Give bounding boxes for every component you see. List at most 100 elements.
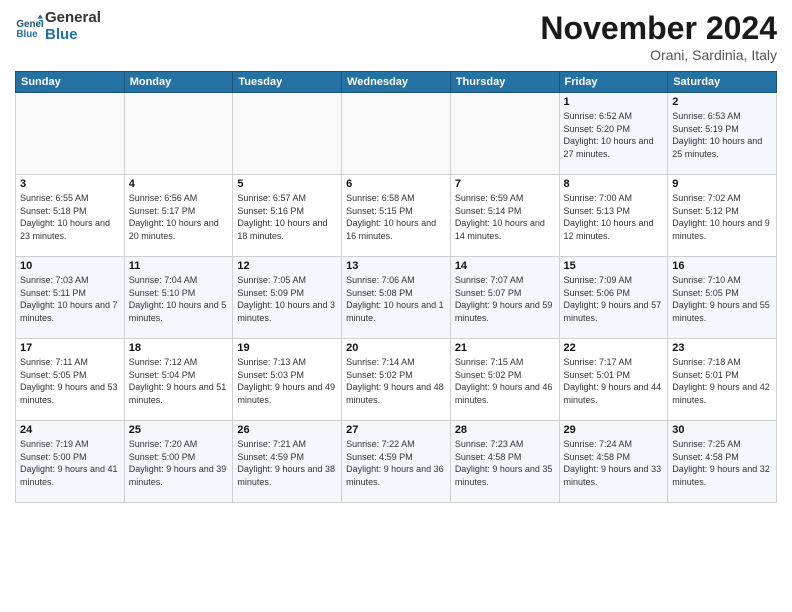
col-saturday: Saturday [668, 72, 777, 93]
calendar-cell: 7 Sunrise: 6:59 AMSunset: 5:14 PMDaylight… [450, 175, 559, 257]
day-info: Sunrise: 7:13 AMSunset: 5:03 PMDaylight:… [237, 356, 337, 406]
day-number: 19 [237, 342, 337, 354]
calendar-cell [16, 93, 125, 175]
day-number: 16 [672, 260, 772, 272]
day-number: 1 [564, 96, 664, 108]
day-info: Sunrise: 7:22 AMSunset: 4:59 PMDaylight:… [346, 438, 446, 488]
calendar-cell: 5 Sunrise: 6:57 AMSunset: 5:16 PMDaylight… [233, 175, 342, 257]
day-number: 29 [564, 424, 664, 436]
day-info: Sunrise: 7:07 AMSunset: 5:07 PMDaylight:… [455, 274, 555, 324]
day-number: 11 [129, 260, 229, 272]
day-number: 14 [455, 260, 555, 272]
logo-text: GeneralBlue [45, 10, 101, 43]
calendar-cell: 17 Sunrise: 7:11 AMSunset: 5:05 PMDayligh… [16, 339, 125, 421]
svg-text:Blue: Blue [16, 28, 38, 39]
day-number: 13 [346, 260, 446, 272]
day-info: Sunrise: 6:52 AMSunset: 5:20 PMDaylight:… [564, 110, 664, 160]
calendar-cell [450, 93, 559, 175]
logo-icon: General Blue [15, 13, 43, 41]
calendar-cell: 27Sunrise: 7:22 AMSunset: 4:59 PMDayligh… [342, 421, 451, 503]
calendar-cell: 15Sunrise: 7:09 AMSunset: 5:06 PMDayligh… [559, 257, 668, 339]
day-number: 25 [129, 424, 229, 436]
day-number: 17 [20, 342, 120, 354]
month-title: November 2024 [540, 10, 777, 47]
calendar-week-1: 1 Sunrise: 6:52 AMSunset: 5:20 PMDaylight… [16, 93, 777, 175]
day-info: Sunrise: 7:14 AMSunset: 5:02 PMDaylight:… [346, 356, 446, 406]
col-monday: Monday [124, 72, 233, 93]
location-subtitle: Orani, Sardinia, Italy [540, 47, 777, 63]
day-number: 8 [564, 178, 664, 190]
day-number: 23 [672, 342, 772, 354]
calendar-cell: 29 Sunrise: 7:24 AMSunset: 4:58 PMDayligh… [559, 421, 668, 503]
day-info: Sunrise: 7:17 AMSunset: 5:01 PMDaylight:… [564, 356, 664, 406]
day-info: Sunrise: 7:21 AMSunset: 4:59 PMDaylight:… [237, 438, 337, 488]
day-info: Sunrise: 7:00 AMSunset: 5:13 PMDaylight:… [564, 192, 664, 242]
page: General Blue GeneralBlue November 2024 O… [0, 0, 792, 612]
col-thursday: Thursday [450, 72, 559, 93]
calendar-cell: 19 Sunrise: 7:13 AMSunset: 5:03 PMDayligh… [233, 339, 342, 421]
calendar-week-4: 17 Sunrise: 7:11 AMSunset: 5:05 PMDayligh… [16, 339, 777, 421]
calendar-cell [124, 93, 233, 175]
title-block: November 2024 Orani, Sardinia, Italy [540, 10, 777, 63]
day-info: Sunrise: 6:59 AMSunset: 5:14 PMDaylight:… [455, 192, 555, 242]
calendar-cell: 2Sunrise: 6:53 AMSunset: 5:19 PMDaylight… [668, 93, 777, 175]
day-info: Sunrise: 7:03 AMSunset: 5:11 PMDaylight:… [20, 274, 120, 324]
day-info: Sunrise: 6:58 AMSunset: 5:15 PMDaylight:… [346, 192, 446, 242]
calendar-week-3: 10 Sunrise: 7:03 AMSunset: 5:11 PMDayligh… [16, 257, 777, 339]
calendar-cell: 14 Sunrise: 7:07 AMSunset: 5:07 PMDayligh… [450, 257, 559, 339]
col-friday: Friday [559, 72, 668, 93]
day-number: 5 [237, 178, 337, 190]
calendar-cell: 13 Sunrise: 7:06 AMSunset: 5:08 PMDayligh… [342, 257, 451, 339]
calendar-cell: 12Sunrise: 7:05 AMSunset: 5:09 PMDayligh… [233, 257, 342, 339]
day-info: Sunrise: 7:24 AMSunset: 4:58 PMDaylight:… [564, 438, 664, 488]
day-info: Sunrise: 7:05 AMSunset: 5:09 PMDaylight:… [237, 274, 337, 324]
day-info: Sunrise: 7:15 AMSunset: 5:02 PMDaylight:… [455, 356, 555, 406]
col-tuesday: Tuesday [233, 72, 342, 93]
calendar-cell: 10 Sunrise: 7:03 AMSunset: 5:11 PMDayligh… [16, 257, 125, 339]
day-number: 22 [564, 342, 664, 354]
calendar-cell: 18 Sunrise: 7:12 AMSunset: 5:04 PMDayligh… [124, 339, 233, 421]
day-number: 24 [20, 424, 120, 436]
day-info: Sunrise: 7:09 AMSunset: 5:06 PMDaylight:… [564, 274, 664, 324]
day-number: 20 [346, 342, 446, 354]
day-info: Sunrise: 7:12 AMSunset: 5:04 PMDaylight:… [129, 356, 229, 406]
col-sunday: Sunday [16, 72, 125, 93]
calendar-cell: 16 Sunrise: 7:10 AMSunset: 5:05 PMDayligh… [668, 257, 777, 339]
day-info: Sunrise: 6:57 AMSunset: 5:16 PMDaylight:… [237, 192, 337, 242]
day-info: Sunrise: 7:23 AMSunset: 4:58 PMDaylight:… [455, 438, 555, 488]
day-number: 2 [672, 96, 772, 108]
day-number: 9 [672, 178, 772, 190]
day-number: 28 [455, 424, 555, 436]
day-number: 30 [672, 424, 772, 436]
day-info: Sunrise: 6:56 AMSunset: 5:17 PMDaylight:… [129, 192, 229, 242]
calendar-cell: 9Sunrise: 7:02 AMSunset: 5:12 PMDaylight… [668, 175, 777, 257]
calendar-cell: 22 Sunrise: 7:17 AMSunset: 5:01 PMDayligh… [559, 339, 668, 421]
day-info: Sunrise: 7:04 AMSunset: 5:10 PMDaylight:… [129, 274, 229, 324]
day-info: Sunrise: 7:11 AMSunset: 5:05 PMDaylight:… [20, 356, 120, 406]
day-number: 21 [455, 342, 555, 354]
calendar-header-row: Sunday Monday Tuesday Wednesday Thursday… [16, 72, 777, 93]
calendar-table: Sunday Monday Tuesday Wednesday Thursday… [15, 71, 777, 503]
day-number: 10 [20, 260, 120, 272]
calendar-cell: 21 Sunrise: 7:15 AMSunset: 5:02 PMDayligh… [450, 339, 559, 421]
calendar-cell: 1 Sunrise: 6:52 AMSunset: 5:20 PMDaylight… [559, 93, 668, 175]
day-info: Sunrise: 6:55 AMSunset: 5:18 PMDaylight:… [20, 192, 120, 242]
day-number: 3 [20, 178, 120, 190]
header: General Blue GeneralBlue November 2024 O… [15, 10, 777, 63]
calendar-week-5: 24Sunrise: 7:19 AMSunset: 5:00 PMDayligh… [16, 421, 777, 503]
calendar-cell: 30 Sunrise: 7:25 AMSunset: 4:58 PMDayligh… [668, 421, 777, 503]
day-info: Sunrise: 7:10 AMSunset: 5:05 PMDaylight:… [672, 274, 772, 324]
day-info: Sunrise: 7:18 AMSunset: 5:01 PMDaylight:… [672, 356, 772, 406]
calendar-week-2: 3 Sunrise: 6:55 AMSunset: 5:18 PMDaylight… [16, 175, 777, 257]
day-info: Sunrise: 7:06 AMSunset: 5:08 PMDaylight:… [346, 274, 446, 324]
day-number: 18 [129, 342, 229, 354]
calendar-cell: 24Sunrise: 7:19 AMSunset: 5:00 PMDayligh… [16, 421, 125, 503]
calendar-cell: 26Sunrise: 7:21 AMSunset: 4:59 PMDayligh… [233, 421, 342, 503]
calendar-cell: 28 Sunrise: 7:23 AMSunset: 4:58 PMDayligh… [450, 421, 559, 503]
calendar-cell: 23 Sunrise: 7:18 AMSunset: 5:01 PMDayligh… [668, 339, 777, 421]
calendar-cell: 6Sunrise: 6:58 AMSunset: 5:15 PMDaylight… [342, 175, 451, 257]
calendar-cell [342, 93, 451, 175]
day-number: 7 [455, 178, 555, 190]
day-number: 4 [129, 178, 229, 190]
day-info: Sunrise: 7:25 AMSunset: 4:58 PMDaylight:… [672, 438, 772, 488]
